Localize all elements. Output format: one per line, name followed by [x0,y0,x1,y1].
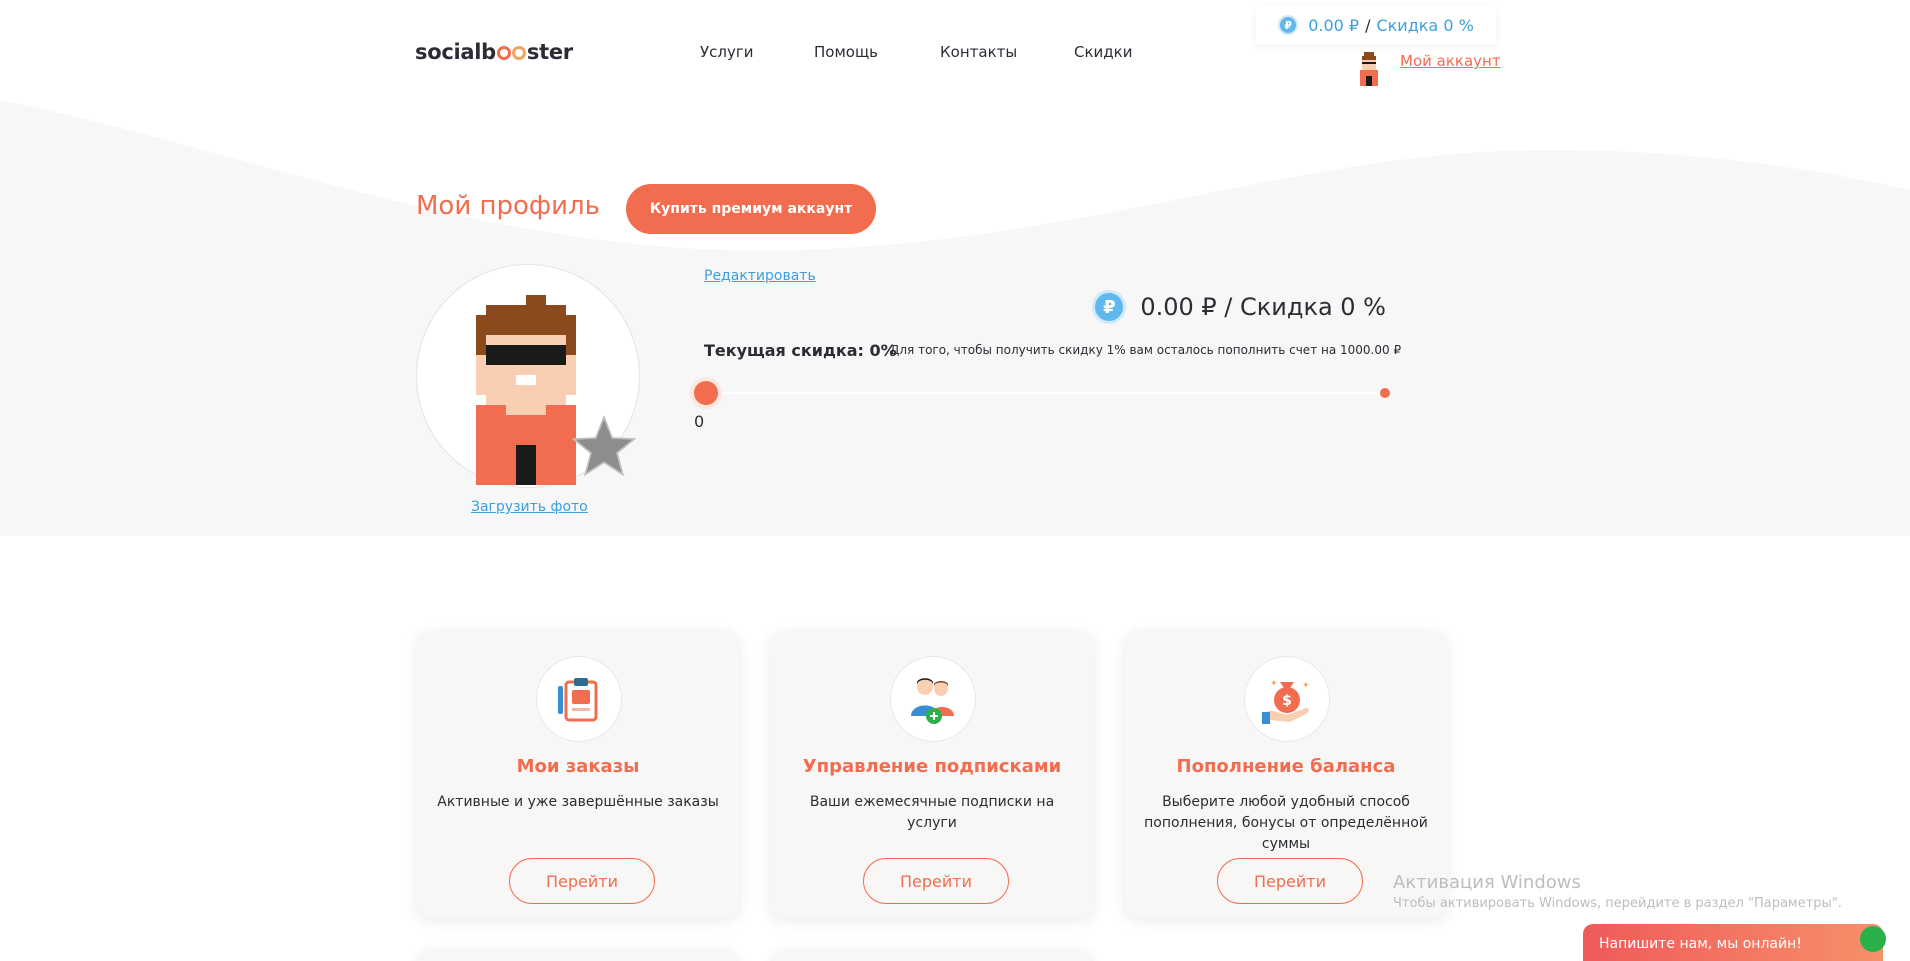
profile-balance-text: 0.00 ₽ / Скидка 0 % [1140,293,1386,321]
header-balance-amount: 0.00 ₽ [1308,15,1360,35]
card-title: Управление подписками [802,756,1062,777]
windows-activation-title: Активация Windows [1393,872,1581,893]
account-avatar-icon[interactable] [1356,52,1382,86]
upload-photo-link[interactable]: Загрузить фото [471,499,588,515]
current-discount-label: Текущая скидка: 0% [704,341,897,360]
ruble-coin-icon: ₽ [1278,15,1299,35]
chat-widget-button[interactable]: Напишите нам, мы онлайн! [1583,924,1883,961]
card-partial [770,952,1094,961]
card-description: Выберите любой удобный способ пополнения… [1144,794,1428,852]
go-orders-button[interactable]: Перейти [509,858,655,904]
nav-help[interactable]: Помощь [814,43,878,61]
profile-balance: ₽ 0.00 ₽ / Скидка 0 % [1092,290,1386,324]
card-subscriptions: Управление подписками Ваши ежемесячные п… [770,630,1094,917]
users-add-icon [890,656,976,742]
ruble-coin-icon: ₽ [1092,290,1127,324]
card-description: Активные и уже завершённые заказы [437,794,719,810]
logo[interactable]: socialb ster [415,40,573,64]
header-balance-separator: / [1365,15,1371,35]
money-bag-icon: $ ✦ ✦ [1244,656,1330,742]
discount-slider-value: 0 [694,412,705,431]
card-my-orders: Мои заказы Активные и уже завершённые за… [416,630,740,917]
go-subscriptions-button[interactable]: Перейти [863,858,1009,904]
card-title: Мои заказы [516,756,640,777]
card-partial [416,952,740,961]
windows-activation-subtitle: Чтобы активировать Windows, перейдите в … [1393,896,1842,911]
discount-slider-end [1380,388,1390,398]
background-wave [0,100,1910,536]
card-description: Ваши ежемесячные подписки на услуги [809,794,1055,831]
chat-widget-label: Напишите нам, мы онлайн! [1599,936,1802,952]
edit-profile-link[interactable]: Редактировать [704,268,816,284]
discount-slider-track[interactable] [706,392,1386,394]
svg-text:✦: ✦ [1270,679,1278,689]
logo-text-part1: socialb [415,40,496,64]
discount-hint: Для того, чтобы получить скидку 1% вам о… [890,343,1402,357]
buy-premium-button[interactable]: Купить премиум аккаунт [626,184,876,234]
discount-slider-handle[interactable] [690,377,722,409]
card-title: Пополнение баланса [1176,756,1396,777]
header-balance-widget[interactable]: ₽ 0.00 ₽ / Скидка 0 % [1256,6,1496,44]
page-title: Мой профиль [416,191,600,221]
nav-services[interactable]: Услуги [700,43,753,61]
chat-status-icon [1860,926,1886,952]
my-account-link[interactable]: Мой аккаунт [1400,52,1501,70]
clipboard-icon [536,656,622,742]
header-balance-discount: Скидка 0 % [1376,15,1474,35]
logo-ring-icon [511,46,526,60]
go-top-up-button[interactable]: Перейти [1217,858,1363,904]
star-icon [571,414,637,477]
logo-text-part2: ster [526,40,573,64]
nav-contacts[interactable]: Контакты [940,43,1017,61]
svg-text:$: $ [1282,693,1292,709]
nav-discounts[interactable]: Скидки [1074,43,1132,61]
logo-ring-icon [496,46,511,60]
svg-text:✦: ✦ [1302,681,1310,691]
